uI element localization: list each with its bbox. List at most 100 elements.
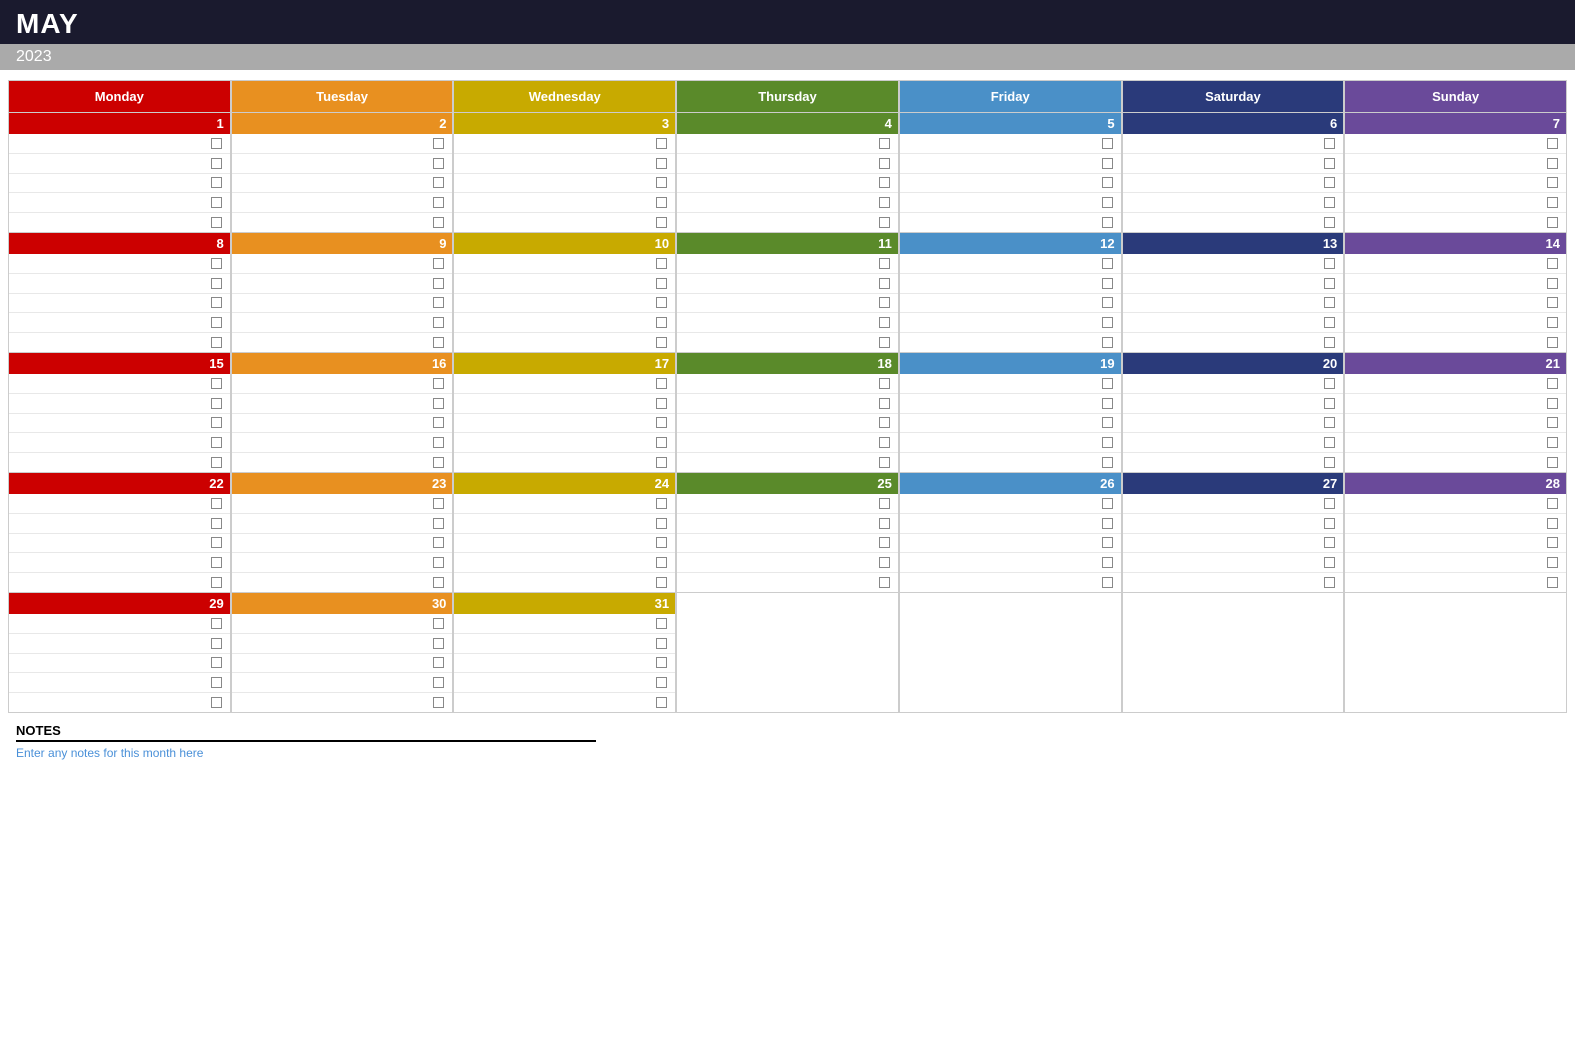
task-row[interactable] [900, 453, 1121, 472]
task-checkbox[interactable] [879, 158, 890, 169]
task-row[interactable] [1345, 333, 1566, 352]
task-checkbox[interactable] [433, 537, 444, 548]
task-checkbox[interactable] [879, 197, 890, 208]
task-row[interactable] [454, 294, 675, 314]
task-checkbox[interactable] [879, 317, 890, 328]
task-checkbox[interactable] [1547, 417, 1558, 428]
task-checkbox[interactable] [879, 138, 890, 149]
task-row[interactable] [900, 213, 1121, 232]
task-checkbox[interactable] [433, 557, 444, 568]
task-row[interactable] [1345, 494, 1566, 514]
task-row[interactable] [454, 534, 675, 554]
task-row[interactable] [677, 374, 898, 394]
task-checkbox[interactable] [1547, 197, 1558, 208]
task-row[interactable] [232, 634, 453, 654]
task-checkbox[interactable] [211, 657, 222, 668]
task-row[interactable] [9, 294, 230, 314]
task-row[interactable] [454, 414, 675, 434]
task-checkbox[interactable] [656, 177, 667, 188]
task-checkbox[interactable] [879, 378, 890, 389]
task-row[interactable] [1345, 254, 1566, 274]
task-row[interactable] [677, 433, 898, 453]
task-row[interactable] [9, 453, 230, 472]
task-row[interactable] [454, 174, 675, 194]
task-row[interactable] [9, 494, 230, 514]
task-checkbox[interactable] [1324, 557, 1335, 568]
task-row[interactable] [677, 414, 898, 434]
task-row[interactable] [900, 193, 1121, 213]
task-checkbox[interactable] [433, 197, 444, 208]
task-row[interactable] [232, 654, 453, 674]
task-checkbox[interactable] [211, 317, 222, 328]
task-row[interactable] [1345, 274, 1566, 294]
task-row[interactable] [900, 313, 1121, 333]
task-checkbox[interactable] [211, 138, 222, 149]
task-row[interactable] [454, 333, 675, 352]
task-row[interactable] [1345, 433, 1566, 453]
task-row[interactable] [1345, 134, 1566, 154]
task-checkbox[interactable] [211, 638, 222, 649]
task-row[interactable] [900, 433, 1121, 453]
task-checkbox[interactable] [1324, 457, 1335, 468]
task-checkbox[interactable] [1102, 297, 1113, 308]
task-row[interactable] [9, 134, 230, 154]
task-row[interactable] [1123, 394, 1344, 414]
task-checkbox[interactable] [1324, 177, 1335, 188]
task-checkbox[interactable] [211, 618, 222, 629]
task-checkbox[interactable] [1102, 557, 1113, 568]
task-checkbox[interactable] [433, 217, 444, 228]
task-checkbox[interactable] [1324, 417, 1335, 428]
task-row[interactable] [1123, 514, 1344, 534]
task-checkbox[interactable] [656, 677, 667, 688]
task-row[interactable] [9, 553, 230, 573]
task-checkbox[interactable] [1547, 297, 1558, 308]
task-checkbox[interactable] [1102, 217, 1113, 228]
task-row[interactable] [232, 553, 453, 573]
task-row[interactable] [900, 573, 1121, 592]
task-checkbox[interactable] [211, 197, 222, 208]
task-row[interactable] [1123, 313, 1344, 333]
task-row[interactable] [677, 294, 898, 314]
task-checkbox[interactable] [211, 437, 222, 448]
task-row[interactable] [1345, 414, 1566, 434]
task-checkbox[interactable] [1324, 537, 1335, 548]
task-row[interactable] [900, 553, 1121, 573]
task-checkbox[interactable] [433, 297, 444, 308]
task-row[interactable] [454, 693, 675, 712]
task-checkbox[interactable] [1102, 177, 1113, 188]
task-checkbox[interactable] [656, 138, 667, 149]
task-checkbox[interactable] [433, 278, 444, 289]
task-row[interactable] [1123, 134, 1344, 154]
task-checkbox[interactable] [433, 657, 444, 668]
task-checkbox[interactable] [879, 398, 890, 409]
task-checkbox[interactable] [656, 498, 667, 509]
task-checkbox[interactable] [1547, 518, 1558, 529]
task-row[interactable] [232, 514, 453, 534]
task-row[interactable] [232, 213, 453, 232]
task-row[interactable] [1123, 573, 1344, 592]
task-checkbox[interactable] [879, 437, 890, 448]
task-checkbox[interactable] [879, 557, 890, 568]
task-checkbox[interactable] [211, 378, 222, 389]
task-row[interactable] [454, 573, 675, 592]
task-row[interactable] [677, 573, 898, 592]
task-checkbox[interactable] [1324, 437, 1335, 448]
task-checkbox[interactable] [211, 457, 222, 468]
task-row[interactable] [900, 374, 1121, 394]
task-checkbox[interactable] [211, 337, 222, 348]
task-checkbox[interactable] [433, 138, 444, 149]
task-checkbox[interactable] [1102, 417, 1113, 428]
task-checkbox[interactable] [1547, 317, 1558, 328]
task-row[interactable] [677, 193, 898, 213]
task-row[interactable] [677, 274, 898, 294]
task-checkbox[interactable] [1547, 177, 1558, 188]
task-checkbox[interactable] [1102, 258, 1113, 269]
task-row[interactable] [900, 174, 1121, 194]
task-row[interactable] [1123, 154, 1344, 174]
task-checkbox[interactable] [656, 337, 667, 348]
task-checkbox[interactable] [656, 378, 667, 389]
task-row[interactable] [9, 374, 230, 394]
task-row[interactable] [1345, 374, 1566, 394]
task-checkbox[interactable] [1102, 577, 1113, 588]
task-checkbox[interactable] [1324, 498, 1335, 509]
